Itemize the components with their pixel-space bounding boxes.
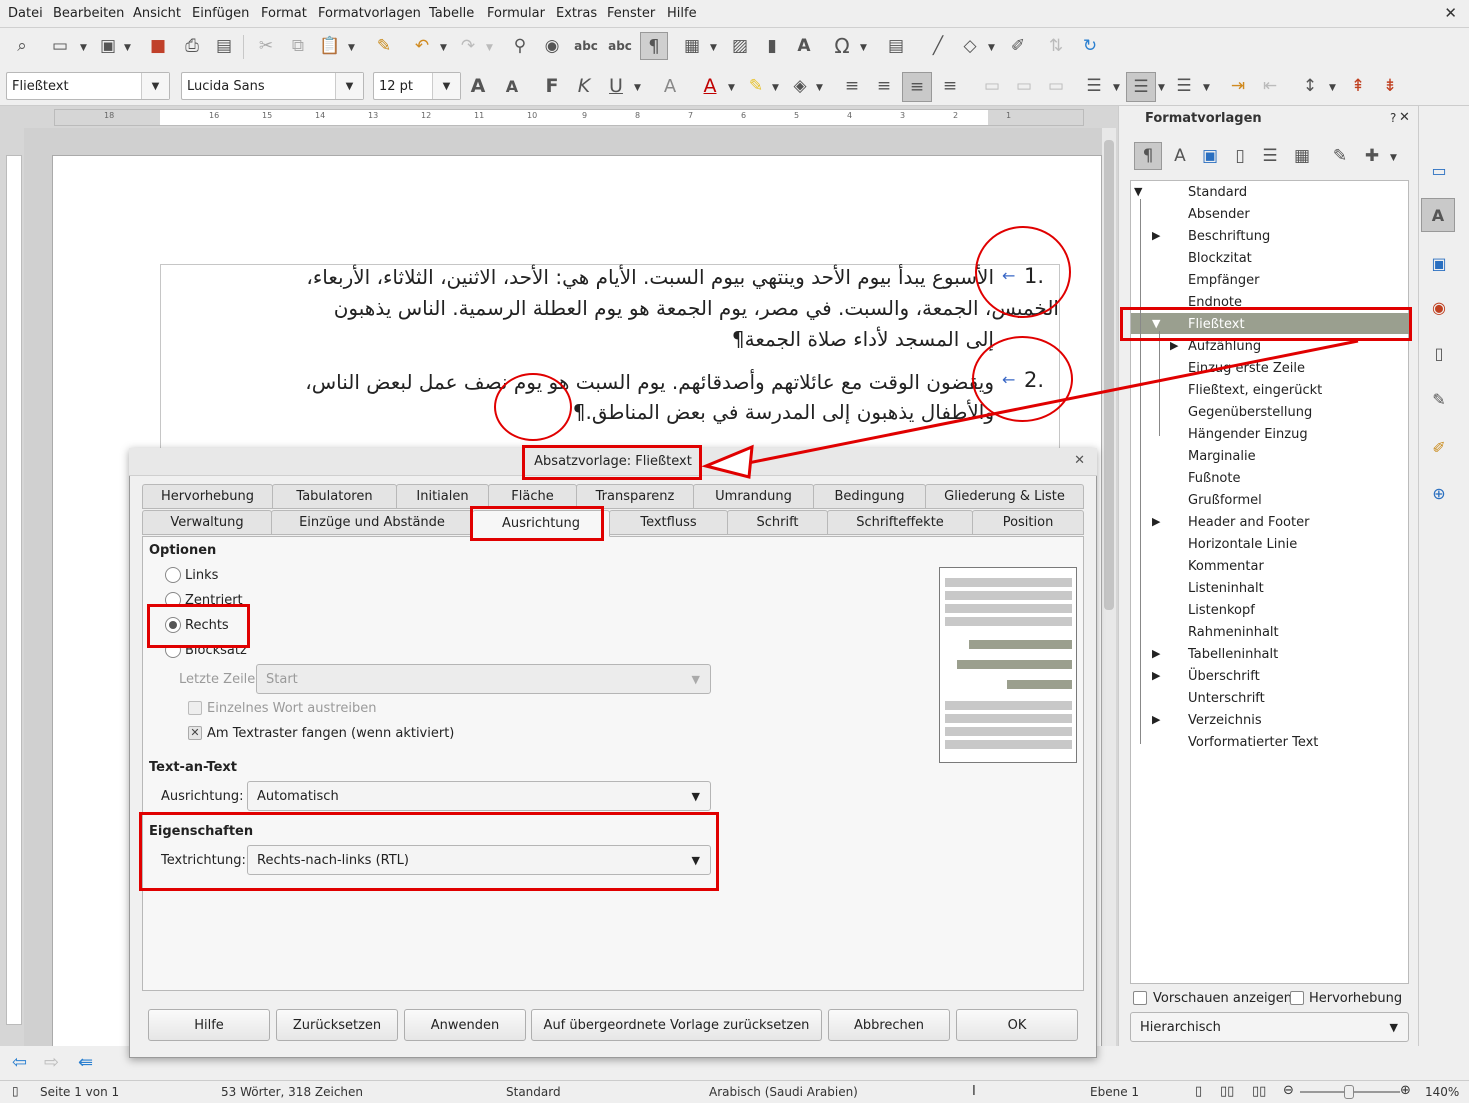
- annotation-arrowhead: [701, 444, 754, 479]
- annotation-arrow: [701, 339, 1359, 479]
- annotation-arrow-line: [747, 339, 1359, 465]
